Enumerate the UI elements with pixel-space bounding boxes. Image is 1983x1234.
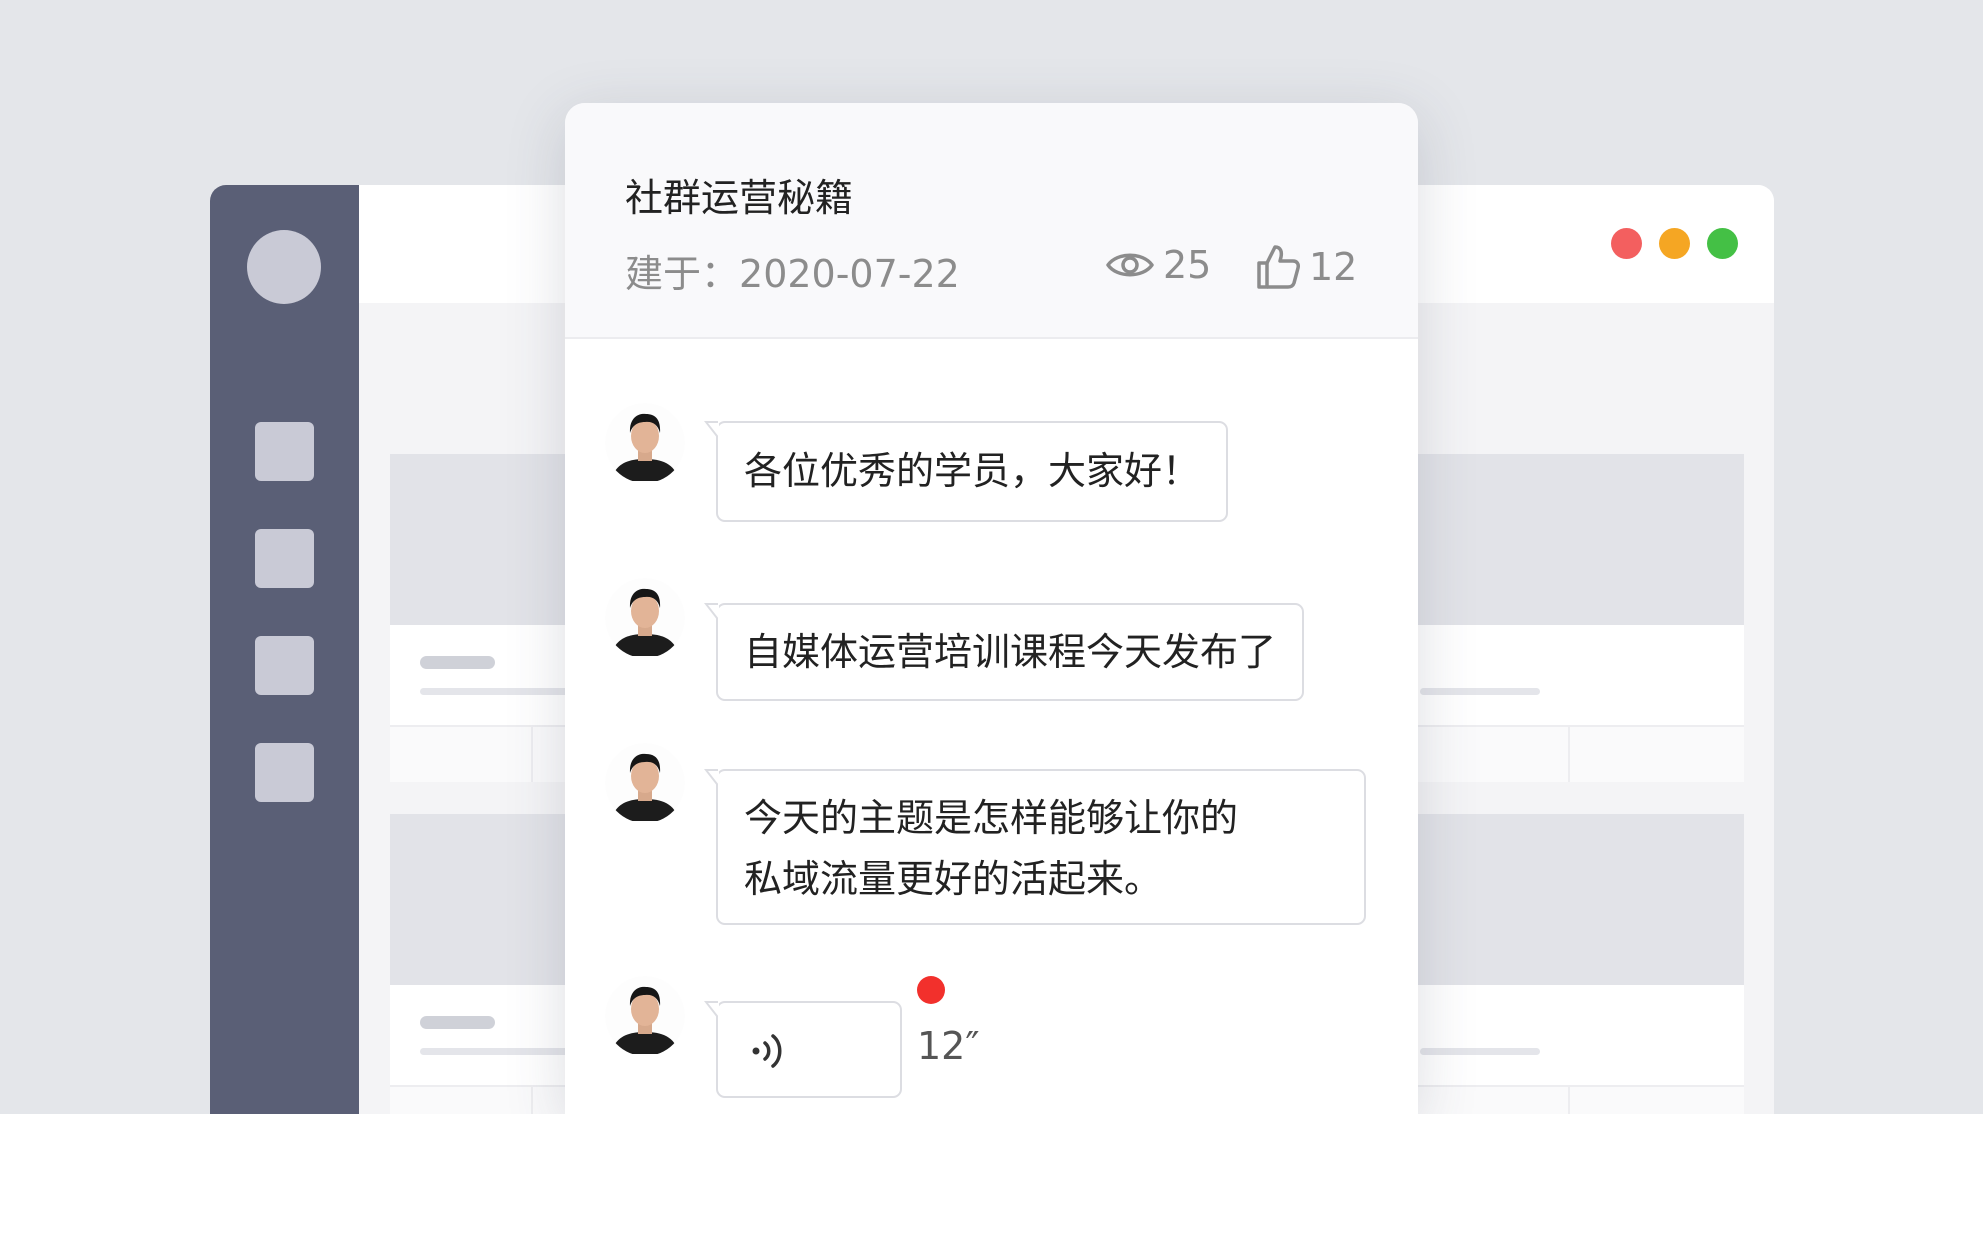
voice-duration: 12″ <box>917 1024 980 1068</box>
message-text: 自媒体运营培训课程今天发布了 <box>744 630 1277 674</box>
person-avatar-icon <box>605 578 685 658</box>
view-count-value: 25 <box>1163 243 1212 287</box>
sidebar-nav-item[interactable] <box>255 743 314 802</box>
card-text-placeholder <box>1420 688 1540 695</box>
app-sidebar <box>210 185 359 1114</box>
created-label: 建于： <box>625 252 740 296</box>
created-date-value: 2020-07-22 <box>739 252 960 296</box>
like-button[interactable]: 12 <box>1255 243 1357 291</box>
sidebar-nav-item[interactable] <box>255 529 314 588</box>
sender-avatar[interactable] <box>605 743 685 823</box>
window-controls <box>1611 228 1738 259</box>
person-avatar-icon <box>605 976 685 1056</box>
card-image-placeholder <box>1380 454 1744 625</box>
sidebar-nav-item[interactable] <box>255 636 314 695</box>
message-bubble[interactable]: 各位优秀的学员，大家好！ <box>704 421 1229 522</box>
card-image-placeholder <box>1380 814 1744 985</box>
content-card-placeholder <box>1380 454 1744 782</box>
voice-wave-icon <box>752 1034 782 1068</box>
card-footer-row <box>1380 725 1744 782</box>
window-minimize-button[interactable] <box>1659 228 1690 259</box>
message-text-line: 私域流量更好的活起来。 <box>744 857 1163 901</box>
message-text-line: 今天的主题是怎样能够让你的 <box>744 796 1239 840</box>
person-avatar-icon <box>605 743 685 823</box>
view-count: 25 <box>1105 243 1211 287</box>
person-avatar-icon <box>605 403 685 483</box>
voice-message-bubble[interactable] <box>704 1001 902 1098</box>
created-date: 建于：2020-07-22 <box>625 243 960 298</box>
thumbs-up-icon <box>1257 245 1300 289</box>
window-maximize-button[interactable] <box>1707 228 1738 259</box>
content-card-placeholder <box>1380 814 1744 1114</box>
sender-avatar[interactable] <box>605 403 685 483</box>
page-backdrop: 社群运营秘籍 建于：2020-07-22 25 12 各位优秀的学员，大家好！ … <box>0 0 1983 1114</box>
sender-avatar[interactable] <box>605 976 685 1056</box>
window-close-button[interactable] <box>1611 228 1642 259</box>
eye-icon <box>1106 253 1154 277</box>
like-count-value: 12 <box>1309 245 1358 289</box>
unread-indicator <box>917 976 945 1004</box>
sender-avatar[interactable] <box>605 578 685 658</box>
card-text-placeholder <box>420 656 495 669</box>
card-text-placeholder <box>1420 1048 1540 1055</box>
message-bubble[interactable]: 自媒体运营培训课程今天发布了 <box>704 603 1305 701</box>
message-text: 各位优秀的学员，大家好！ <box>744 449 1201 493</box>
card-footer-row <box>1380 1085 1744 1114</box>
card-title: 社群运营秘籍 <box>625 176 854 220</box>
message-bubble[interactable]: 今天的主题是怎样能够让你的 私域流量更好的活起来。 <box>704 769 1366 925</box>
user-avatar-placeholder[interactable] <box>247 230 321 304</box>
card-text-placeholder <box>420 1016 495 1029</box>
sidebar-nav-item[interactable] <box>255 422 314 481</box>
card-header: 社群运营秘籍 建于：2020-07-22 25 12 <box>565 103 1418 339</box>
group-chat-card: 社群运营秘籍 建于：2020-07-22 25 12 各位优秀的学员，大家好！ … <box>565 103 1418 1114</box>
